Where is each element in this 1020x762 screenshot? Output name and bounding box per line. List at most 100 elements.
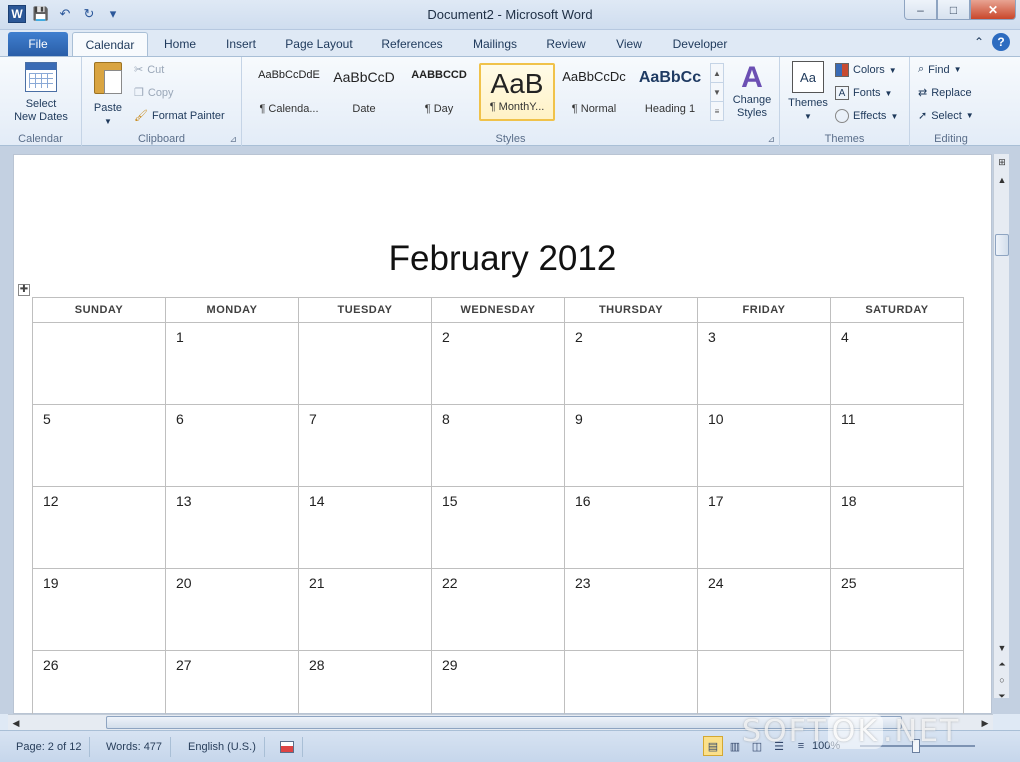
- scroll-left-icon[interactable]: ◀: [8, 715, 24, 731]
- weekday-header[interactable]: TUESDAY: [298, 297, 432, 323]
- day-cell[interactable]: 12: [32, 486, 166, 569]
- weekday-header[interactable]: MONDAY: [165, 297, 299, 323]
- day-cell[interactable]: 15: [431, 486, 565, 569]
- previous-page-icon[interactable]: ⏶: [994, 656, 1010, 672]
- format-painter-button[interactable]: 🖌 Format Painter: [134, 109, 225, 123]
- horizontal-scroll-thumb[interactable]: [106, 716, 902, 729]
- day-cell[interactable]: 5: [32, 404, 166, 487]
- day-cell[interactable]: 2: [564, 322, 698, 405]
- day-cell[interactable]: [298, 322, 432, 405]
- select-new-dates-button[interactable]: Select New Dates: [10, 62, 72, 124]
- vertical-scroll-thumb[interactable]: [995, 234, 1009, 256]
- weekday-header[interactable]: THURSDAY: [564, 297, 698, 323]
- zoom-slider[interactable]: [860, 739, 975, 753]
- scroll-down-icon[interactable]: ▼: [994, 640, 1010, 656]
- zoom-slider-knob[interactable]: [912, 739, 920, 753]
- change-styles-button[interactable]: A Change Styles: [728, 62, 776, 120]
- gallery-more-icon[interactable]: ≡: [711, 102, 723, 120]
- weekday-header[interactable]: SUNDAY: [32, 297, 166, 323]
- day-cell[interactable]: 6: [165, 404, 299, 487]
- day-cell[interactable]: 25: [830, 568, 964, 651]
- style-heading-1[interactable]: AaBbCc Heading 1: [633, 63, 707, 121]
- day-cell[interactable]: 22: [431, 568, 565, 651]
- tab-calendar[interactable]: Calendar: [72, 32, 148, 56]
- browse-object-icon[interactable]: ○: [994, 672, 1010, 688]
- replace-button[interactable]: ⇄ Replace: [918, 86, 972, 100]
- select-button[interactable]: ➚ Select ▼: [918, 109, 974, 123]
- weekday-header[interactable]: FRIDAY: [697, 297, 831, 323]
- next-page-icon[interactable]: ⏷: [994, 688, 1010, 704]
- ruler-toggle-icon[interactable]: ⊞: [994, 154, 1010, 170]
- cut-button[interactable]: ✂ Cut: [134, 63, 164, 77]
- tab-file[interactable]: File: [8, 32, 68, 56]
- day-cell[interactable]: 11: [830, 404, 964, 487]
- day-cell[interactable]: 8: [431, 404, 565, 487]
- minimize-ribbon-icon[interactable]: ⌃: [974, 35, 984, 49]
- gallery-up-icon[interactable]: ▲: [711, 64, 723, 83]
- page-count[interactable]: Page: 2 of 12: [8, 737, 91, 757]
- day-cell[interactable]: 3: [697, 322, 831, 405]
- tab-insert[interactable]: Insert: [212, 32, 270, 56]
- tab-references[interactable]: References: [370, 32, 454, 56]
- document-page[interactable]: February 2012 ✚ SUNDAY MONDAY TUESDAY WE…: [13, 154, 992, 733]
- theme-fonts-button[interactable]: A Fonts ▼: [835, 86, 892, 100]
- scroll-up-icon[interactable]: ▲: [994, 172, 1010, 188]
- day-cell[interactable]: 19: [32, 568, 166, 651]
- day-cell[interactable]: 20: [165, 568, 299, 651]
- web-layout-icon[interactable]: ◫: [747, 736, 767, 756]
- theme-effects-button[interactable]: Effects ▼: [835, 109, 898, 123]
- close-button[interactable]: ✕: [970, 0, 1016, 20]
- theme-colors-button[interactable]: Colors ▼: [835, 63, 897, 77]
- weekday-header[interactable]: WEDNESDAY: [431, 297, 565, 323]
- day-cell[interactable]: 16: [564, 486, 698, 569]
- minimize-button[interactable]: –: [904, 0, 937, 20]
- day-cell[interactable]: 21: [298, 568, 432, 651]
- day-cell[interactable]: 2: [431, 322, 565, 405]
- styles-launcher-icon[interactable]: ⊿: [767, 134, 775, 145]
- tab-view[interactable]: View: [604, 32, 654, 56]
- day-cell[interactable]: 24: [697, 568, 831, 651]
- maximize-button[interactable]: □: [937, 0, 970, 20]
- style-day[interactable]: AABBCCD ¶ Day: [402, 63, 476, 121]
- style-date[interactable]: AaBbCcD Date: [327, 63, 401, 121]
- day-cell[interactable]: 1: [165, 322, 299, 405]
- clipboard-launcher-icon[interactable]: ⊿: [229, 134, 237, 145]
- help-icon[interactable]: ?: [992, 33, 1010, 51]
- language-indicator[interactable]: English (U.S.): [180, 737, 265, 757]
- horizontal-scrollbar[interactable]: ◀ ▶: [8, 714, 993, 730]
- day-cell[interactable]: 17: [697, 486, 831, 569]
- calendar-title[interactable]: February 2012: [14, 239, 991, 279]
- zoom-level[interactable]: 100%: [812, 740, 840, 752]
- table-move-handle-icon[interactable]: ✚: [18, 284, 30, 296]
- tab-developer[interactable]: Developer: [662, 32, 738, 56]
- themes-button[interactable]: Aa Themes ▼: [786, 61, 830, 123]
- day-cell[interactable]: 13: [165, 486, 299, 569]
- style-calendar[interactable]: AaBbCcDdE ¶ Calenda...: [252, 63, 326, 121]
- word-count[interactable]: Words: 477: [98, 737, 172, 757]
- day-cell[interactable]: 4: [830, 322, 964, 405]
- day-cell[interactable]: 7: [298, 404, 432, 487]
- weekday-header[interactable]: SATURDAY: [830, 297, 964, 323]
- find-button[interactable]: ⌕ Find ▼: [918, 63, 962, 76]
- day-cell[interactable]: [32, 322, 166, 405]
- day-cell[interactable]: 18: [830, 486, 964, 569]
- outline-icon[interactable]: ☰: [769, 736, 789, 756]
- vertical-scrollbar[interactable]: ⊞ ▲ ▼ ⏶ ○ ⏷: [993, 154, 1010, 701]
- style-normal[interactable]: AaBbCcDc ¶ Normal: [557, 63, 631, 121]
- gallery-down-icon[interactable]: ▼: [711, 83, 723, 102]
- tab-review[interactable]: Review: [536, 32, 596, 56]
- full-screen-reading-icon[interactable]: ▥: [725, 736, 745, 756]
- scroll-right-icon[interactable]: ▶: [977, 715, 993, 731]
- tab-page-layout[interactable]: Page Layout: [276, 32, 362, 56]
- macro-record-icon[interactable]: [272, 737, 303, 757]
- copy-button[interactable]: ❐ Copy: [134, 86, 174, 100]
- day-cell[interactable]: 10: [697, 404, 831, 487]
- tab-home[interactable]: Home: [152, 32, 208, 56]
- paste-button[interactable]: Paste ▼: [88, 62, 128, 128]
- day-cell[interactable]: 14: [298, 486, 432, 569]
- day-cell[interactable]: 23: [564, 568, 698, 651]
- tab-mailings[interactable]: Mailings: [462, 32, 528, 56]
- day-cell[interactable]: 9: [564, 404, 698, 487]
- draft-icon[interactable]: ≡: [791, 736, 811, 756]
- print-layout-icon[interactable]: ▤: [703, 736, 723, 756]
